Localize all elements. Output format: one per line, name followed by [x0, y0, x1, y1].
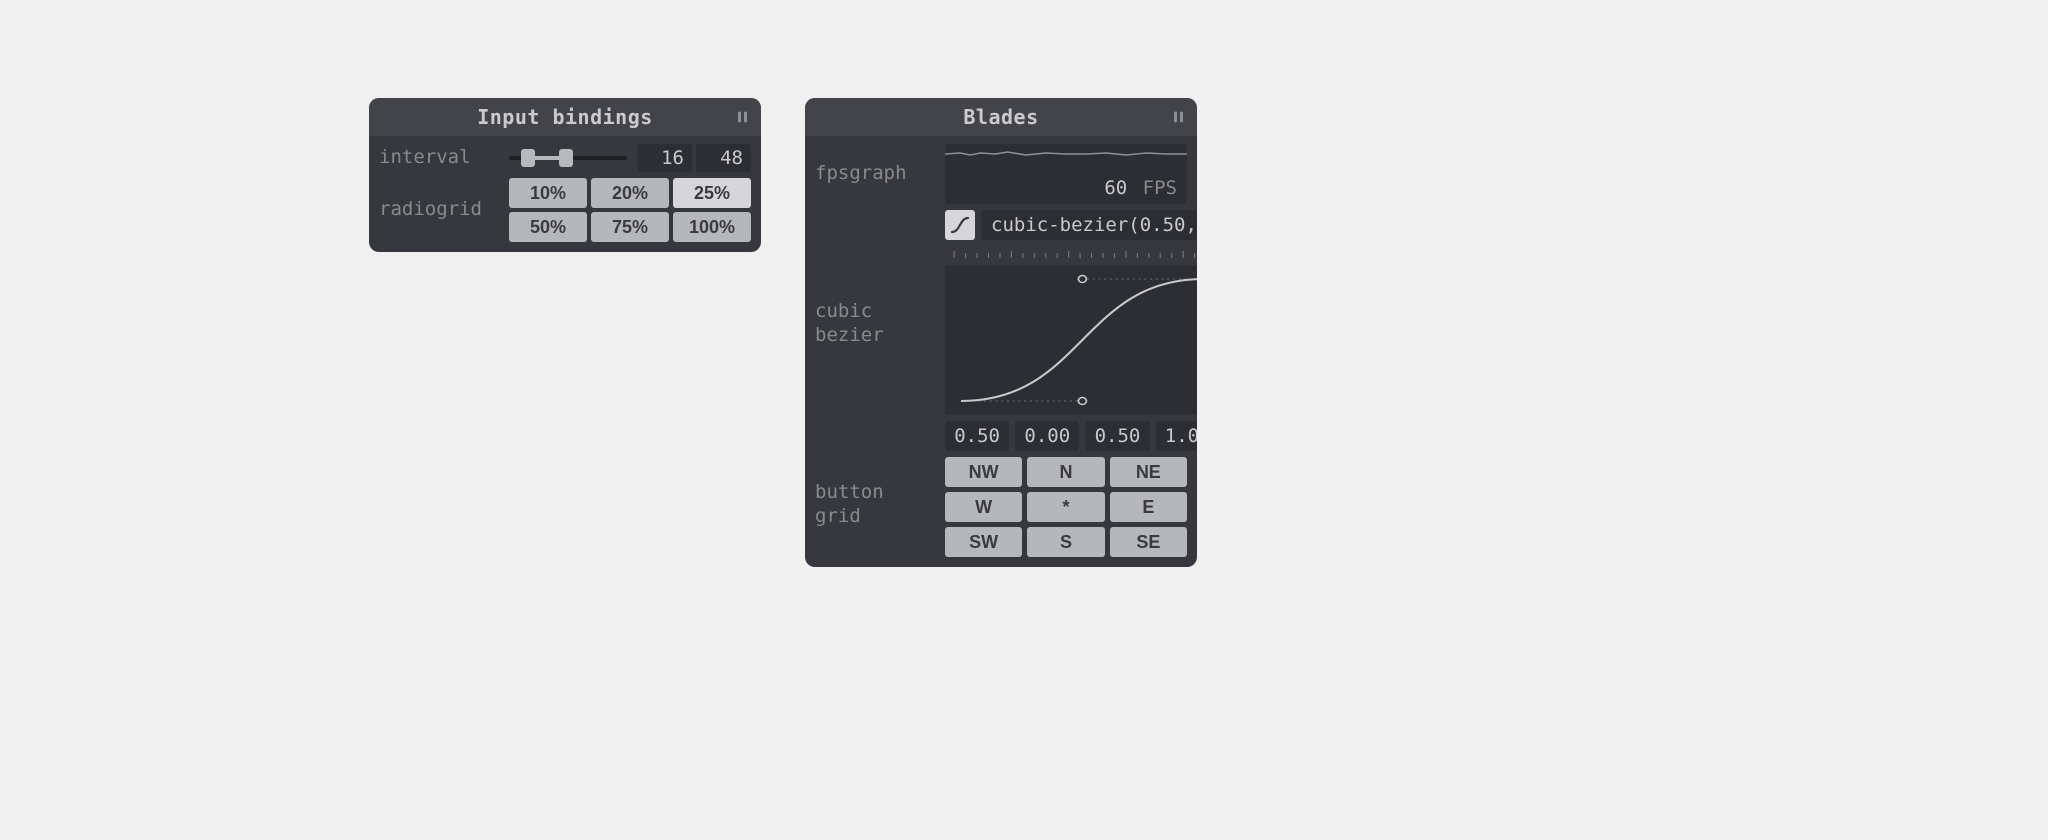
radiogrid-option[interactable]: 10% — [509, 178, 587, 208]
radiogrid-option[interactable]: 50% — [509, 212, 587, 242]
radiogrid-label: radiogrid — [379, 178, 509, 222]
blades-panel: Blades fpsgraph 60 FPS cubic bezier — [805, 98, 1197, 567]
fpsgraph-label: fpsgraph — [815, 144, 945, 186]
radiogrid-option[interactable]: 20% — [591, 178, 669, 208]
panel-collapse-toggle[interactable] — [1174, 112, 1183, 123]
grid-button-n[interactable]: N — [1027, 457, 1104, 487]
panel-title: Input bindings — [477, 105, 653, 129]
bezier-label: cubic bezier — [815, 210, 945, 348]
interval-label: interval — [379, 146, 509, 170]
buttongrid-label: button grid — [815, 457, 945, 529]
panel-header: Blades — [805, 98, 1197, 136]
bezier-text-input[interactable]: cubic-bezier(0.50, 0 — [981, 210, 1197, 240]
grid-button-ne[interactable]: NE — [1110, 457, 1187, 487]
panel-title: Blades — [963, 105, 1038, 129]
grid-button-e[interactable]: E — [1110, 492, 1187, 522]
panel-collapse-toggle[interactable] — [738, 112, 747, 123]
interval-lo-input[interactable]: 16 — [637, 144, 692, 172]
panel-header: Input bindings — [369, 98, 761, 136]
grid-button-s[interactable]: S — [1027, 527, 1104, 557]
grid-button-nw[interactable]: NW — [945, 457, 1022, 487]
fps-unit: FPS — [1143, 177, 1177, 199]
grid-button-w[interactable]: W — [945, 492, 1022, 522]
bezier-value-3[interactable]: 1.00 — [1156, 421, 1197, 451]
bezier-value-0[interactable]: 0.50 — [945, 421, 1009, 451]
fpsgraph-display: 60 FPS — [945, 144, 1187, 204]
bezier-preview-icon[interactable] — [945, 210, 975, 240]
grid-button-sw[interactable]: SW — [945, 527, 1022, 557]
radiogrid: 10%20%25% 50%75%100% — [509, 178, 751, 242]
fps-value: 60 — [1104, 177, 1127, 199]
radiogrid-option[interactable]: 75% — [591, 212, 669, 242]
input-bindings-panel: Input bindings interval 16 48 radiogrid … — [369, 98, 761, 252]
bezier-value-2[interactable]: 0.50 — [1085, 421, 1149, 451]
grid-button-se[interactable]: SE — [1110, 527, 1187, 557]
interval-hi-input[interactable]: 48 — [696, 144, 751, 172]
bezier-graph[interactable] — [945, 265, 1197, 415]
button-grid: NWNNE W*E SWSSE — [945, 457, 1187, 557]
grid-button-center[interactable]: * — [1027, 492, 1104, 522]
radiogrid-option[interactable]: 100% — [673, 212, 751, 242]
bezier-ticks — [945, 249, 1197, 259]
radiogrid-option[interactable]: 25% — [673, 178, 751, 208]
interval-slider[interactable] — [509, 144, 627, 172]
bezier-value-1[interactable]: 0.00 — [1015, 421, 1079, 451]
